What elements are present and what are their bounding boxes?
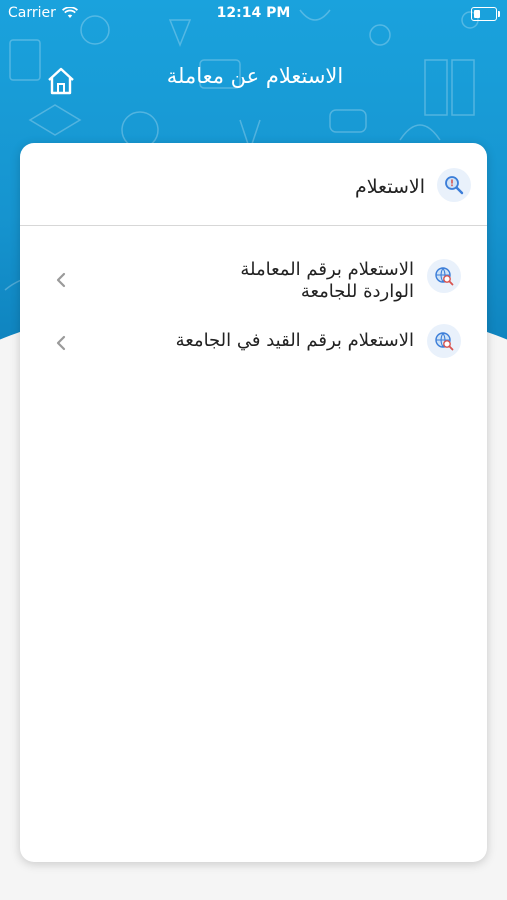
inquiry-card: الاستعلام الاستعلام برقم المعاملة الوارد… <box>20 143 487 862</box>
section-title: الاستعلام <box>354 176 425 198</box>
chevron-left-icon <box>56 335 66 351</box>
menu-item-label: الاستعلام برقم المعاملة الواردة للجامعة <box>114 259 414 303</box>
section-header: الاستعلام <box>20 143 487 226</box>
page-title: الاستعلام عن معاملة <box>166 64 344 88</box>
menu-item-label-line2: الواردة للجامعة <box>300 281 414 302</box>
home-icon <box>48 67 74 95</box>
menu-item-inquiry-by-registration-number[interactable]: الاستعلام برقم القيد في الجامعة <box>20 324 487 376</box>
home-button[interactable] <box>46 66 76 96</box>
status-bar: Carrier 12:14 PM <box>0 0 507 28</box>
section-icon-badge <box>437 168 471 202</box>
globe-search-icon <box>435 332 454 351</box>
chevron-left-icon <box>56 272 66 288</box>
menu-item-label-line1: الاستعلام برقم المعاملة <box>240 259 414 280</box>
battery-icon <box>471 7 500 21</box>
menu-item-icon-badge <box>427 259 461 293</box>
search-icon <box>445 176 464 195</box>
screen: Carrier 12:14 PM الاستعلام عن معاملة الا… <box>0 0 507 900</box>
menu-item-label: الاستعلام برقم القيد في الجامعة <box>175 330 414 351</box>
menu-item-icon-badge <box>427 324 461 358</box>
globe-search-icon <box>435 267 454 286</box>
status-time: 12:14 PM <box>216 5 291 21</box>
menu-item-inquiry-by-transaction-number[interactable]: الاستعلام برقم المعاملة الواردة للجامعة <box>20 253 487 319</box>
